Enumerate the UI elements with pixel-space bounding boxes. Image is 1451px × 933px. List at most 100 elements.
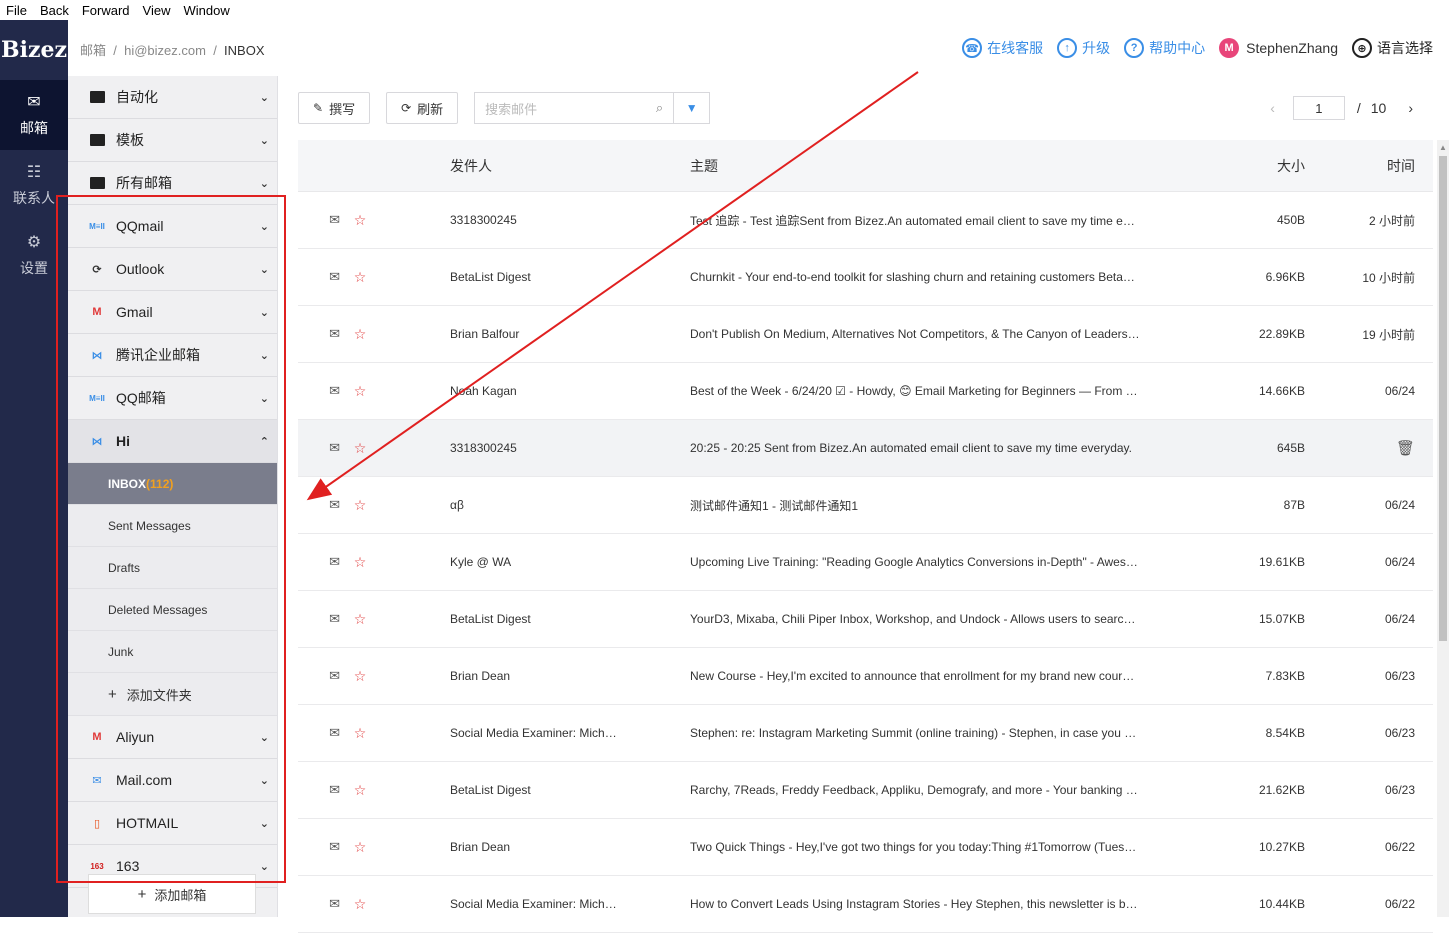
- table-row[interactable]: ✉ ☆ Brian Dean Two Quick Things - Hey,I've …: [298, 819, 1433, 876]
- star-icon[interactable]: ☆: [340, 269, 380, 286]
- refresh-button[interactable]: ⟳ 刷新: [386, 92, 459, 124]
- star-icon[interactable]: ☆: [340, 782, 380, 799]
- table-row[interactable]: ✉ ☆ Brian Balfour Don't Publish On Medium, …: [298, 306, 1433, 363]
- envelope-icon[interactable]: ✉: [298, 896, 340, 912]
- star-icon[interactable]: ☆: [340, 896, 380, 913]
- star-icon[interactable]: ☆: [340, 668, 380, 685]
- folder-item[interactable]: INBOX (112): [68, 463, 277, 505]
- table-row[interactable]: ✉ ☆ BetaList Digest YourD3, Mixaba, Chili P…: [298, 591, 1433, 648]
- table-row[interactable]: ✉☆ Social Media Examiner: Michael Stelz..…: [298, 876, 1433, 933]
- sidebar-item[interactable]: ▯ HOTMAIL ⌄: [68, 802, 277, 845]
- add-mailbox-button[interactable]: + 添加邮箱: [88, 874, 256, 914]
- chevron-down-icon[interactable]: ⌄: [260, 860, 269, 873]
- scroll-up-icon[interactable]: ▲: [1439, 143, 1447, 152]
- next-page-button[interactable]: ›: [1408, 100, 1413, 116]
- sidebar-item[interactable]: M Gmail ⌄: [68, 291, 277, 334]
- envelope-icon[interactable]: ✉: [298, 611, 340, 627]
- folder-item[interactable]: Junk: [68, 631, 277, 673]
- sidebar-item[interactable]: ⋈ 腾讯企业邮箱 ⌄: [68, 334, 277, 377]
- compose-button[interactable]: ✎ 撰写: [298, 92, 371, 124]
- star-icon[interactable]: ☆: [340, 326, 380, 343]
- sidebar-item[interactable]: M≡II QQ邮箱 ⌄: [68, 377, 277, 420]
- help-link[interactable]: ? 帮助中心: [1124, 38, 1205, 58]
- table-row[interactable]: ✉ ☆ BetaList Digest Churnkit - Your end-to-…: [298, 249, 1433, 306]
- chevron-down-icon[interactable]: ⌄: [260, 177, 269, 190]
- prev-page-button[interactable]: ‹: [1270, 100, 1275, 116]
- column-size[interactable]: 大小: [1140, 156, 1305, 176]
- star-icon[interactable]: ☆: [340, 383, 380, 400]
- chevron-down-icon[interactable]: ⌄: [260, 220, 269, 233]
- sidebar-item[interactable]: 自动化 ⌄: [68, 76, 277, 119]
- sidebar-item[interactable]: 所有邮箱 ⌄: [68, 162, 277, 205]
- column-subject[interactable]: 主题: [620, 156, 1140, 176]
- add-folder-button[interactable]: + 添加文件夹: [68, 673, 277, 716]
- table-row[interactable]: ✉ ☆ Brian Dean New Course - Hey,I'm excited…: [298, 648, 1433, 705]
- envelope-icon[interactable]: ✉: [298, 725, 340, 741]
- support-link[interactable]: ☎ 在线客服: [962, 38, 1043, 58]
- chevron-up-icon[interactable]: ⌃: [260, 435, 269, 448]
- folder-item[interactable]: Deleted Messages: [68, 589, 277, 631]
- star-icon[interactable]: ☆: [340, 554, 380, 571]
- search-icon[interactable]: ⌕: [656, 100, 663, 116]
- rail-item-1[interactable]: ☷ 联系人: [0, 150, 68, 220]
- folder-item[interactable]: Sent Messages: [68, 505, 277, 547]
- star-icon[interactable]: ☆: [340, 839, 380, 856]
- language-selector[interactable]: ⊕ 语言选择: [1352, 38, 1433, 58]
- envelope-icon[interactable]: ✉: [298, 269, 340, 285]
- envelope-icon[interactable]: ✉: [298, 554, 340, 570]
- menu-back[interactable]: Back: [40, 3, 69, 18]
- user-menu[interactable]: M StephenZhang: [1219, 38, 1338, 58]
- chevron-down-icon[interactable]: ⌄: [260, 349, 269, 362]
- sidebar-item[interactable]: ⋈ Hi ⌃: [68, 420, 277, 463]
- menu-forward[interactable]: Forward: [82, 3, 130, 18]
- chevron-down-icon[interactable]: ⌄: [260, 774, 269, 787]
- sidebar-item[interactable]: M≡II QQmail ⌄: [68, 205, 277, 248]
- chevron-down-icon[interactable]: ⌄: [260, 263, 269, 276]
- sidebar-item[interactable]: 模板 ⌄: [68, 119, 277, 162]
- envelope-icon[interactable]: ✉: [298, 440, 340, 456]
- table-row[interactable]: ✉ ☆ 3318300245 Test 追踪 - Test 追踪Sent from B…: [298, 192, 1433, 249]
- column-from[interactable]: 发件人: [380, 156, 620, 176]
- menu-view[interactable]: View: [143, 3, 171, 18]
- envelope-icon[interactable]: ✉: [298, 839, 340, 855]
- breadcrumb-root[interactable]: 邮箱: [80, 43, 106, 58]
- email-list-scrollbar[interactable]: ▲: [1437, 140, 1449, 917]
- search-input[interactable]: 搜索邮件 ⌕: [474, 92, 675, 124]
- sidebar-item[interactable]: ⟳ Outlook ⌄: [68, 248, 277, 291]
- table-row[interactable]: ✉ ☆ 3318300245 20:25 - 20:25 Sent from Bize…: [298, 420, 1433, 477]
- search-options-dropdown[interactable]: ▼: [674, 92, 711, 124]
- star-icon[interactable]: ☆: [340, 611, 380, 628]
- menu-window[interactable]: Window: [184, 3, 230, 18]
- trash-icon[interactable]: 🗑: [1305, 439, 1433, 457]
- star-icon[interactable]: ☆: [340, 212, 380, 229]
- envelope-icon[interactable]: ✉: [298, 383, 340, 399]
- chevron-down-icon[interactable]: ⌄: [260, 306, 269, 319]
- envelope-icon[interactable]: ✉: [298, 668, 340, 684]
- envelope-icon[interactable]: ✉: [298, 212, 340, 228]
- chevron-down-icon[interactable]: ⌄: [260, 731, 269, 744]
- chevron-down-icon[interactable]: ⌄: [260, 392, 269, 405]
- folder-item[interactable]: Drafts: [68, 547, 277, 589]
- scrollbar-thumb[interactable]: [1439, 156, 1447, 641]
- table-row[interactable]: ✉☆ Social Media Examiner: Michael Stelz..…: [298, 705, 1433, 762]
- star-icon[interactable]: ☆: [340, 497, 380, 514]
- chevron-down-icon[interactable]: ⌄: [260, 134, 269, 147]
- menu-file[interactable]: File: [6, 3, 27, 18]
- envelope-icon[interactable]: ✉: [298, 782, 340, 798]
- breadcrumb-account[interactable]: hi@bizez.com: [124, 43, 206, 58]
- table-row[interactable]: ✉ ☆ Noah Kagan Best of the Week - 6/24/20 ☑…: [298, 363, 1433, 420]
- envelope-icon[interactable]: ✉: [298, 497, 340, 513]
- star-icon[interactable]: ☆: [340, 725, 380, 742]
- page-number-input[interactable]: 1: [1292, 96, 1345, 120]
- sidebar-item[interactable]: ✉ Mail.com ⌄: [68, 759, 277, 802]
- upgrade-link[interactable]: ↑ 升级: [1057, 38, 1110, 58]
- table-row[interactable]: ✉ ☆ BetaList Digest Rarchy, 7Reads, Freddy …: [298, 762, 1433, 819]
- column-time[interactable]: 时间: [1305, 156, 1433, 176]
- table-row[interactable]: ✉ ☆ αβ 测试邮件通知1 - 测试邮件通知1 87B 06/24: [298, 477, 1433, 534]
- rail-item-2[interactable]: ⚙ 设置: [0, 220, 68, 290]
- envelope-icon[interactable]: ✉: [298, 326, 340, 342]
- chevron-down-icon[interactable]: ⌄: [260, 91, 269, 104]
- table-row[interactable]: ✉ ☆ Kyle @ WA Upcoming Live Training: "Read…: [298, 534, 1433, 591]
- rail-item-0[interactable]: ✉ 邮箱: [0, 80, 68, 150]
- sidebar-item[interactable]: M Aliyun ⌄: [68, 716, 277, 759]
